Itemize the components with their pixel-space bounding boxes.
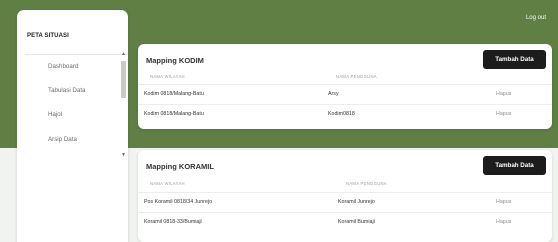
table-row: Koramil 0818-33/Bumiaji Koramil Bumiaji … [138,212,552,230]
mapping-koramil-card: Mapping KORAMIL Tambah Data NAMA WILAYAH… [138,150,552,242]
table-row: Pos Koramil 0818/34 Junrejo Koramil Junr… [138,192,552,210]
sidebar-item-dashboard[interactable]: Dashboard [48,63,78,70]
kodim-table-header: NAMA WILAYAH NAMA PENGGUNA [138,71,552,83]
scroll-thumb[interactable] [121,61,126,98]
cell-wilayah: Kodim 0818/Malang-Batu [144,91,204,97]
hapus-link[interactable]: Hapus [496,111,511,117]
column-header-wilayah: NAMA WILAYAH [150,181,185,186]
cell-wilayah: Kodim 0818/Malang-Batu [144,111,204,117]
sidebar-divider [25,54,128,55]
column-header-pengguna: NAMA PENGGUNA [346,181,387,186]
koramil-add-button[interactable]: Tambah Data [483,156,546,175]
cell-pengguna: Kodim0818 [328,111,355,117]
kodim-add-button[interactable]: Tambah Data [483,50,546,69]
table-row: Kodim 0818/Malang-Batu Arsy Hapus [138,84,552,102]
app-brand: PETA SITUASI [27,33,69,39]
logout-link[interactable]: Log out [526,15,546,21]
sidebar: PETA SITUASI Dashboard Tabulasi Data Haj… [17,10,128,242]
hapus-link[interactable]: Hapus [496,199,511,205]
koramil-title: Mapping KORAMIL [146,162,214,171]
sidebar-item-hajol[interactable]: Hajol [48,111,62,118]
hapus-link[interactable]: Hapus [496,91,511,97]
sidebar-item-tabulasi-data[interactable]: Tabulasi Data [48,87,86,94]
table-row: Kodim 0818/Malang-Batu Kodim0818 Hapus [138,104,552,122]
cell-pengguna: Koramil Bumiaji [338,219,375,225]
column-header-wilayah: NAMA WILAYAH [150,74,185,79]
sidebar-scrollbar[interactable]: ▲ ▼ [120,52,127,162]
kodim-title: Mapping KODIM [146,56,204,65]
cell-pengguna: Koramil Junrejo [338,199,375,205]
sidebar-item-arsip-data[interactable]: Arsip Data [48,136,77,143]
scroll-down-icon[interactable]: ▼ [121,153,126,158]
cell-wilayah: Koramil 0818-33/Bumiaji [144,219,202,225]
column-header-pengguna: NAMA PENGGUNA [336,74,377,79]
cell-pengguna: Arsy [328,91,339,97]
hapus-link[interactable]: Hapus [496,219,511,225]
koramil-table-header: NAMA WILAYAH NAMA PENGGUNA [138,178,552,190]
mapping-kodim-card: Mapping KODIM Tambah Data NAMA WILAYAH N… [138,44,552,129]
scroll-up-icon[interactable]: ▲ [121,52,126,57]
cell-wilayah: Pos Koramil 0818/34 Junrejo [144,199,213,205]
